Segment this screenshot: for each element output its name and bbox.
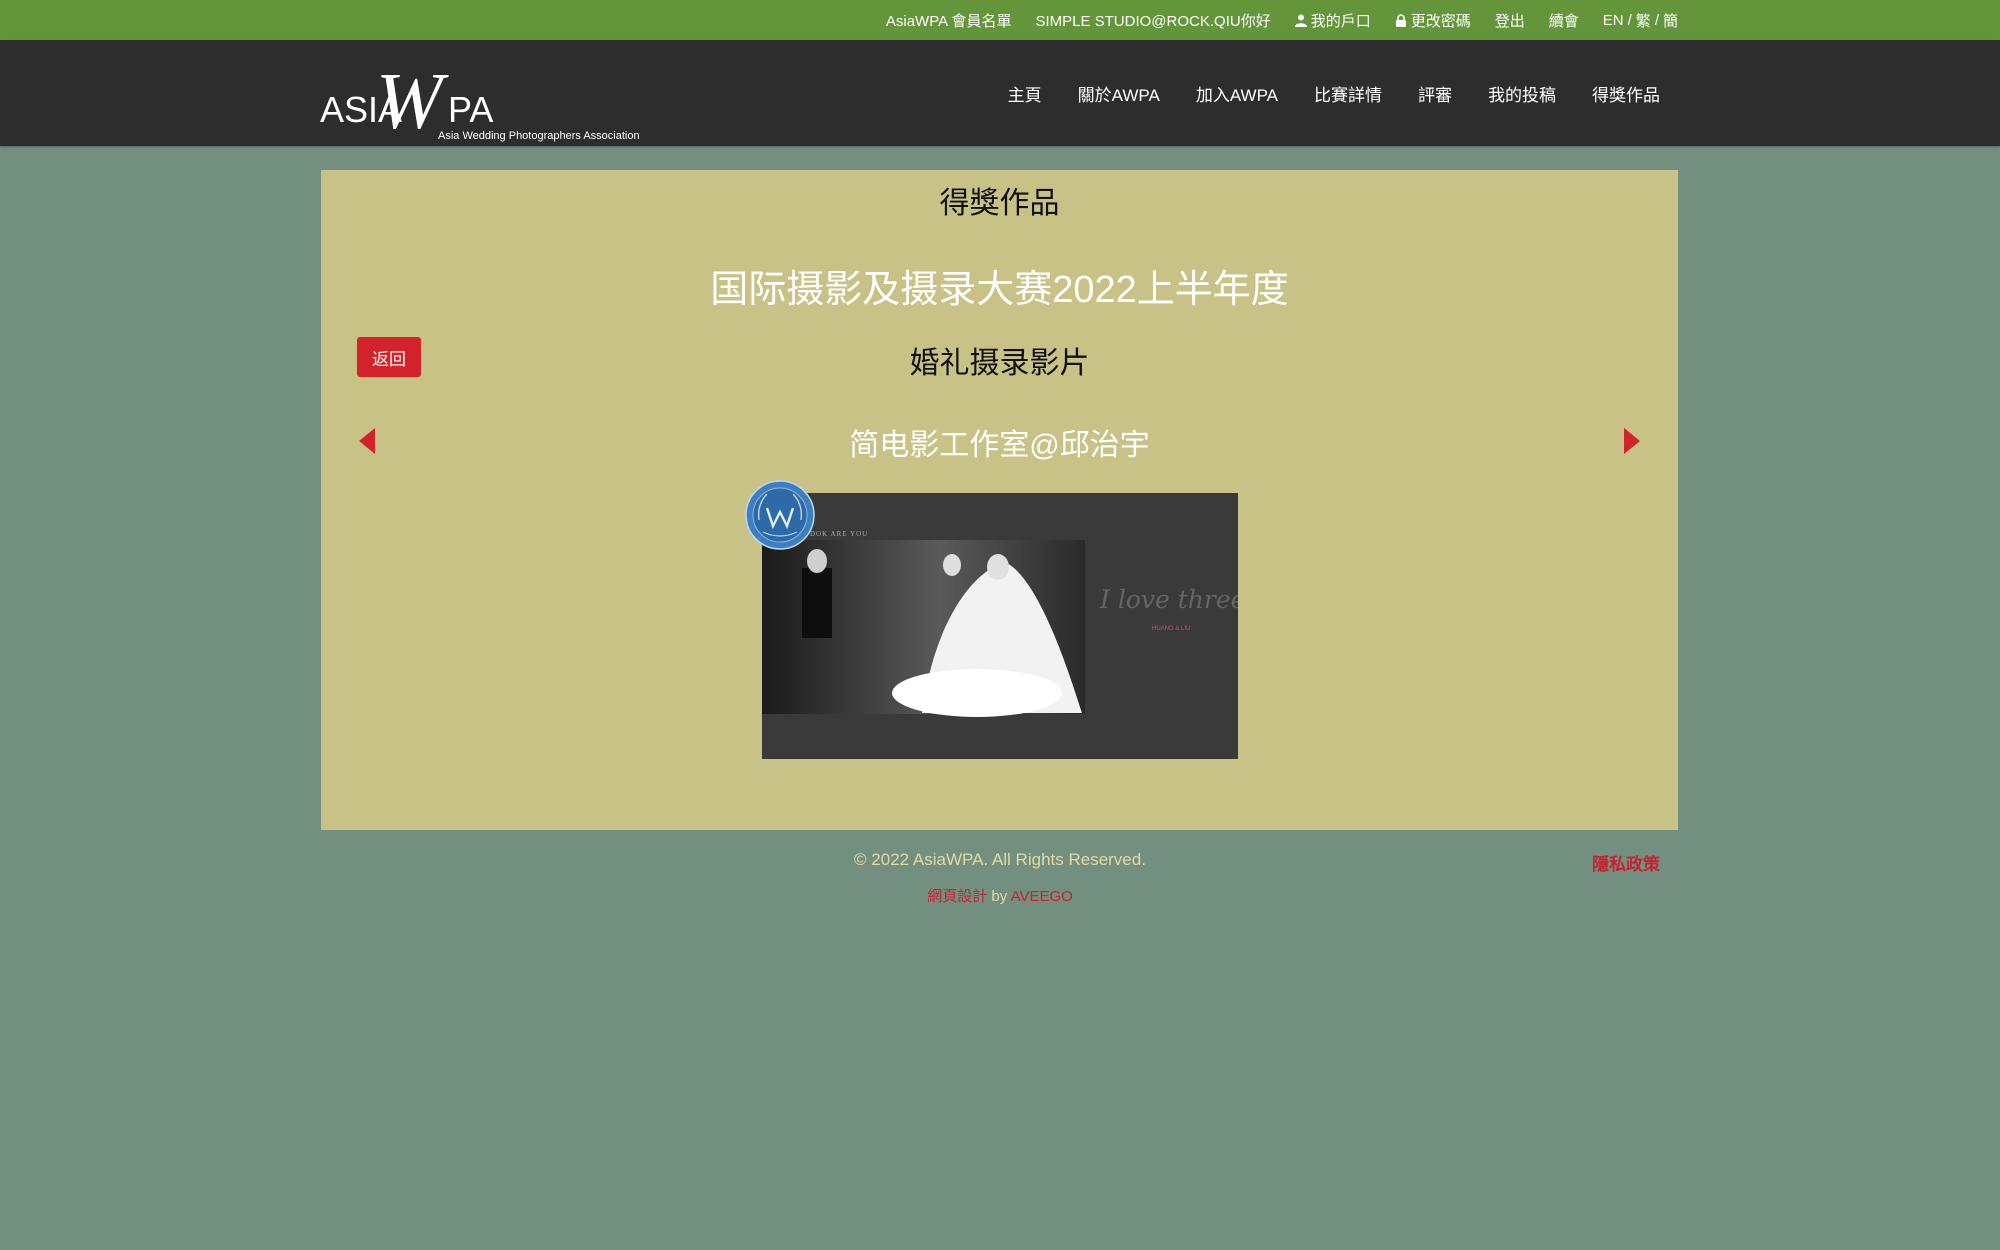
author-title: 简电影工作室@邱治宇: [849, 429, 1150, 462]
main-navbar: ASIA W PA Asia Wedding Photographers Ass…: [0, 40, 2000, 146]
thumbnail-top-text: DOK ARE YOU: [810, 530, 868, 538]
logout-link[interactable]: 登出: [1495, 10, 1525, 31]
renew-link[interactable]: 續會: [1549, 10, 1579, 31]
nav-item-my-submissions[interactable]: 我的投稿: [1488, 81, 1556, 106]
lang-separator: /: [1627, 11, 1632, 29]
privacy-policy-link[interactable]: 隱私政策: [1592, 850, 1660, 875]
nav-item-judges[interactable]: 評審: [1418, 81, 1452, 106]
back-button[interactable]: 返回: [357, 337, 421, 377]
nav-item-about[interactable]: 關於AWPA: [1078, 81, 1160, 106]
web-design-link[interactable]: 網頁設計: [927, 888, 987, 905]
lang-trad-link[interactable]: 繁: [1636, 10, 1651, 31]
award-seal-icon: [745, 480, 815, 550]
user-icon: [1294, 14, 1307, 27]
nav-item-join[interactable]: 加入AWPA: [1196, 81, 1278, 106]
credit-by: by: [991, 888, 1008, 905]
member-list-link[interactable]: AsiaWPA 會員名單: [886, 10, 1012, 31]
next-arrow-icon[interactable]: [1622, 426, 1642, 456]
page-title: 得獎作品: [939, 187, 1060, 220]
top-utility-bar: AsiaWPA 會員名單 SIMPLE STUDIO@ROCK.QIU你好 我的…: [0, 0, 2000, 40]
thumbnail-script-text: I love three things in this world.: [1099, 585, 1238, 614]
greeting-link[interactable]: SIMPLE STUDIO@ROCK.QIU你好: [1035, 10, 1270, 31]
logo-pa-text: PA: [448, 89, 493, 130]
lock-icon: [1395, 13, 1406, 27]
logo-subtitle: Asia Wedding Photographers Association: [438, 130, 640, 142]
contest-title: 国际摄影及摄录大赛2022上半年度: [710, 269, 1289, 311]
lang-separator: /: [1654, 11, 1659, 29]
my-account-link[interactable]: 我的戶口: [1294, 10, 1371, 31]
my-account-label: 我的戶口: [1310, 12, 1371, 30]
aveego-link[interactable]: AVEEGO: [1011, 888, 1073, 905]
lang-simp-link[interactable]: 簡: [1663, 10, 1678, 31]
nav-menu: 主頁 關於AWPA 加入AWPA 比賽詳情 評審 我的投稿 得獎作品: [1008, 40, 1660, 146]
nav-item-contest-details[interactable]: 比賽詳情: [1314, 81, 1382, 106]
nav-item-home[interactable]: 主頁: [1008, 81, 1042, 106]
language-switcher: EN / 繁 / 簡: [1603, 10, 1678, 31]
design-credit: 網頁設計 by AVEEGO: [0, 885, 2000, 906]
asiawpa-logo[interactable]: ASIA W PA Asia Wedding Photographers Ass…: [320, 60, 650, 144]
change-password-link[interactable]: 更改密碼: [1395, 10, 1471, 31]
award-panel: 得獎作品 国际摄影及摄录大赛2022上半年度 婚礼摄录影片 返回 简电影工作室@…: [321, 170, 1678, 830]
video-thumbnail[interactable]: DOK ARE YOU I love three things in this …: [762, 493, 1238, 759]
prev-arrow-icon[interactable]: [357, 426, 377, 456]
wedding-photo: [762, 540, 1085, 717]
thumbnail-names: HUANG & LIU: [1152, 626, 1190, 632]
change-password-label: 更改密碼: [1410, 12, 1471, 30]
nav-item-winners[interactable]: 得獎作品: [1592, 81, 1660, 106]
category-title: 婚礼摄录影片: [909, 347, 1090, 380]
lang-en-link[interactable]: EN: [1603, 12, 1624, 29]
utility-links: AsiaWPA 會員名單 SIMPLE STUDIO@ROCK.QIU你好 我的…: [886, 0, 1678, 40]
copyright-text: © 2022 AsiaWPA. All Rights Reserved.: [854, 850, 1146, 869]
